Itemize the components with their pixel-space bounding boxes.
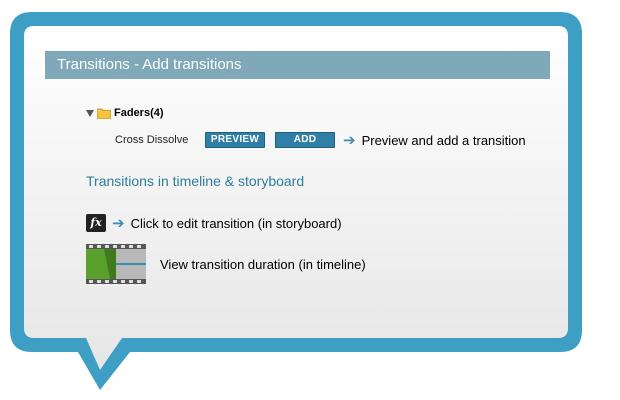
preview-button[interactable]: PREVIEW — [205, 132, 265, 148]
expand-triangle-icon[interactable] — [86, 109, 94, 117]
timeline-row: View transition duration (in timeline) — [86, 244, 366, 284]
add-button[interactable]: ADD — [275, 132, 335, 148]
fx-row: fx ➔ Click to edit transition (in storyb… — [86, 214, 342, 232]
section-title: Transitions in timeline & storyboard — [86, 173, 305, 189]
timeline-hint: View transition duration (in timeline) — [160, 256, 366, 272]
arrow-right-icon: ➔ — [343, 132, 356, 149]
folder-label: Faders(4) — [114, 107, 164, 119]
tree-folder-faders[interactable]: Faders(4) — [86, 107, 164, 119]
folder-icon — [97, 108, 111, 119]
preview-add-hint: Preview and add a transition — [361, 132, 526, 148]
fx-icon[interactable]: fx — [86, 214, 106, 232]
timeline-clip-icon[interactable] — [86, 244, 146, 284]
transition-item-label: Cross Dissolve — [115, 134, 189, 146]
transition-item-row: Cross Dissolve PREVIEW ADD ➔ Preview and… — [115, 131, 526, 149]
fx-hint: Click to edit transition (in storyboard) — [130, 215, 342, 231]
header-title: Transitions - Add transitions — [45, 51, 550, 79]
arrow-right-icon: ➔ — [112, 215, 125, 232]
